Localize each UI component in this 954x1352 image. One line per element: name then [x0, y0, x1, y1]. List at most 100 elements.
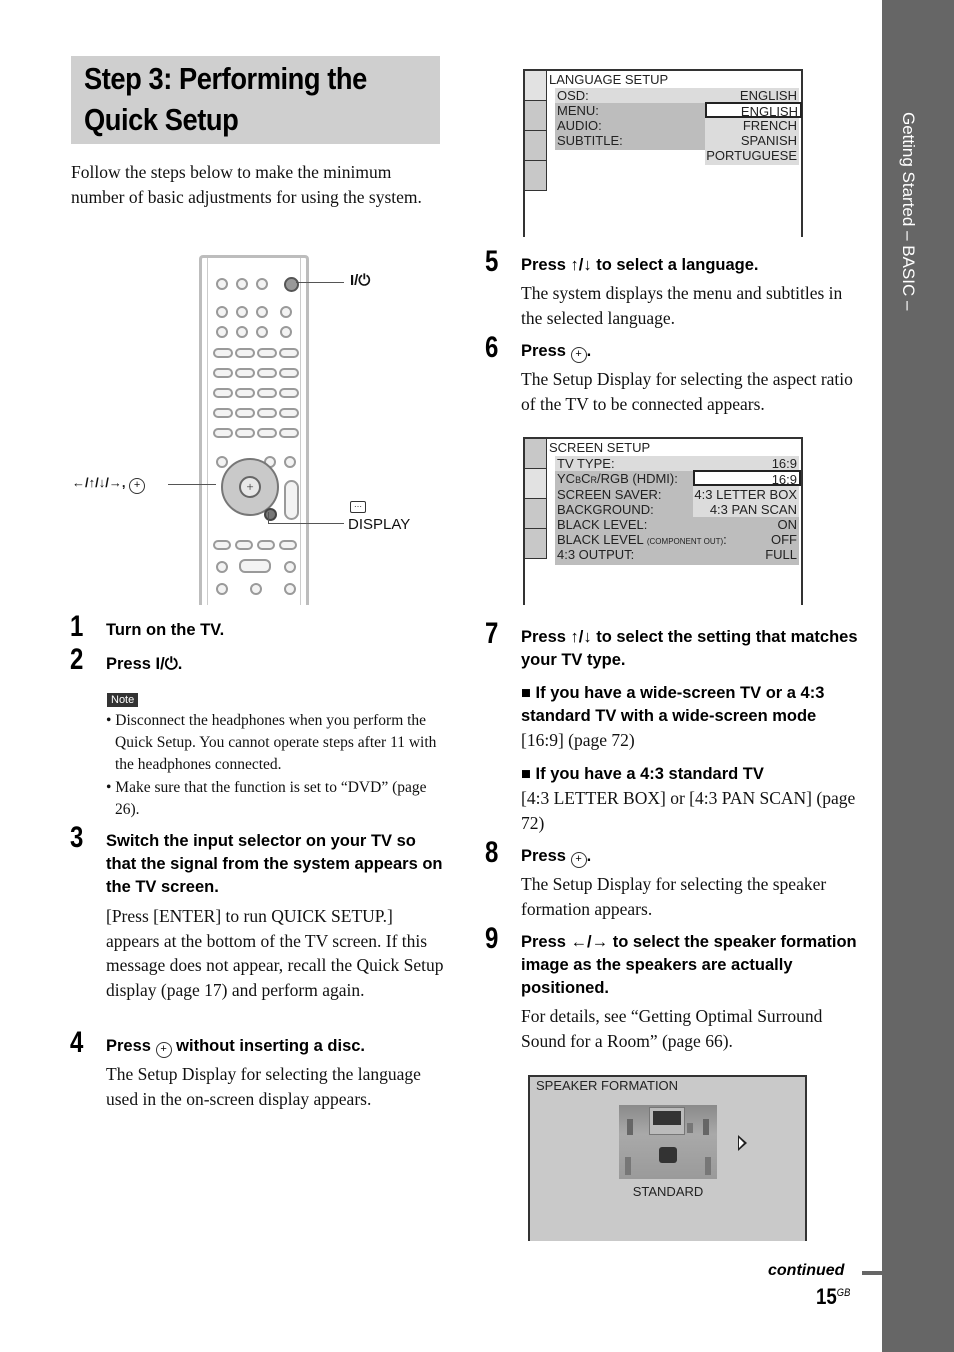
step-heading: Switch the input selector on your TV so … — [106, 832, 443, 896]
step-heading: Press I/⏻. — [106, 655, 183, 673]
speaker-formation-screen: SPEAKER FORMATION STANDARD — [528, 1075, 807, 1241]
step-number: 7 — [485, 617, 499, 650]
osd-row-label: 4:3 OUTPUT: — [557, 547, 635, 562]
osd-option[interactable]: 4:3 PAN SCAN — [693, 502, 797, 517]
leader-line — [168, 484, 216, 485]
step-body: For details, see “Getting Optimal Surrou… — [521, 1006, 823, 1051]
osd-row-value: OFF — [771, 532, 797, 547]
page-number: 15GB — [816, 1284, 851, 1309]
step-body: The Setup Display for selecting the spea… — [521, 874, 827, 919]
osd-option[interactable]: FRENCH — [705, 118, 797, 133]
osd-row-value: FULL — [765, 547, 797, 562]
osd-tab — [525, 499, 547, 529]
speaker-icon — [625, 1157, 631, 1175]
step-body: The Setup Display for selecting the aspe… — [521, 369, 853, 414]
osd-option-selected[interactable]: ENGLISH — [705, 102, 802, 119]
step-number: 9 — [485, 922, 499, 955]
osd-tab — [525, 439, 547, 469]
osd-row-label: BACKGROUND: — [557, 502, 654, 517]
next-arrow-icon[interactable] — [738, 1135, 747, 1151]
osd-tab — [525, 131, 547, 161]
screen-setup-screen: SCREEN SETUP TV TYPE: YCBCR/RGB (HDMI): … — [523, 437, 803, 605]
step-number: 3 — [70, 821, 84, 854]
osd-tab — [525, 529, 547, 559]
listener-seat-icon — [659, 1147, 677, 1163]
osd-row-label: YCBCR/RGB (HDMI): — [557, 471, 678, 486]
osd-tab — [525, 101, 547, 131]
speaker-icon — [703, 1119, 709, 1135]
language-setup-screen: LANGUAGE SETUP OSD: MENU: AUDIO: SUBTITL… — [523, 69, 803, 237]
case-body: [4:3 LETTER BOX] or [4:3 PAN SCAN] (page… — [521, 788, 856, 833]
volume-rocker — [284, 480, 299, 520]
enter-icon: + — [129, 478, 146, 494]
step-body: The Setup Display for selecting the lang… — [106, 1064, 421, 1109]
osd-row-label: AUDIO: — [557, 118, 602, 133]
remote-button — [236, 278, 248, 290]
osd-option-selected[interactable]: 16:9 — [693, 470, 801, 487]
note-list: • Disconnect the headphones when you per… — [106, 710, 444, 822]
step-heading: Press ↑/↓ to select a language. — [521, 256, 759, 274]
osd-row-value: ENGLISH — [739, 88, 797, 103]
step-body: The system displays the menu and subtitl… — [521, 283, 843, 328]
osd-row-value: 16:9 — [771, 456, 797, 471]
osd-tab — [525, 469, 547, 499]
step-heading: Press +. — [521, 340, 591, 363]
note-item: • Disconnect the headphones when you per… — [106, 712, 437, 773]
step-number: 8 — [485, 836, 499, 869]
step-heading: Press ←/→ to select the speaker formatio… — [521, 933, 857, 997]
osd-row-label: SCREEN SAVER: — [557, 487, 662, 502]
osd-row-value: ON — [777, 517, 798, 532]
remote-button — [216, 278, 228, 290]
step-number: 6 — [485, 331, 499, 364]
display-callout: DISPLAY — [348, 516, 411, 533]
osd-option[interactable]: SPANISH — [705, 133, 797, 148]
osd-title: SPEAKER FORMATION — [536, 1078, 679, 1093]
subwoofer-icon — [687, 1123, 693, 1133]
arrows-callout: ←/↑/↓/→, + — [72, 475, 146, 494]
leader-line — [268, 523, 344, 524]
intro-text: Follow the steps below to make the minim… — [71, 162, 422, 207]
remote-button — [256, 278, 268, 290]
osd-row-label: OSD: — [557, 88, 589, 103]
display-button — [264, 508, 277, 521]
display-icon: … — [350, 501, 366, 513]
step-number: 5 — [485, 245, 499, 278]
enter-button: + — [239, 476, 261, 498]
step-number: 1 — [70, 610, 84, 643]
osd-tab — [525, 71, 547, 101]
enter-icon: + — [570, 347, 587, 363]
step-heading: Press +. — [521, 845, 591, 868]
section-tab-label: Getting Started – BASIC – — [899, 112, 918, 311]
speaker-icon — [627, 1119, 633, 1135]
osd-row-label: SUBTITLE: — [557, 133, 623, 148]
osd-row-label: BLACK LEVEL: — [557, 517, 648, 532]
case-heading: ■ If you have a wide-screen TV or a 4:3 … — [521, 684, 825, 725]
leader-line — [296, 282, 344, 283]
step-heading: Turn on the TV. — [106, 621, 225, 639]
osd-tab — [525, 161, 547, 191]
osd-option[interactable]: 4:3 LETTER BOX — [693, 487, 797, 502]
osd-title: LANGUAGE SETUP — [549, 72, 669, 87]
osd-row-label: MENU: — [557, 103, 599, 118]
remote-illustration: + — [199, 255, 309, 605]
continued-label: continued — [768, 1262, 845, 1279]
step-number: 2 — [70, 643, 84, 676]
step-heading: Press + without inserting a disc. — [106, 1035, 446, 1058]
osd-title: SCREEN SETUP — [549, 440, 651, 455]
step-body: [Press [ENTER] to run QUICK SETUP.] appe… — [106, 906, 444, 1000]
osd-option[interactable]: PORTUGUESE — [705, 148, 797, 163]
step-heading: Press ↑/↓ to select the setting that mat… — [521, 628, 858, 669]
tv-icon — [649, 1107, 685, 1135]
osd-row-label: TV TYPE: — [557, 456, 615, 471]
case-body: [16:9] (page 72) — [521, 730, 635, 750]
power-button — [284, 277, 299, 292]
enter-icon: + — [155, 1042, 172, 1058]
speaker-formation-label: STANDARD — [632, 1184, 704, 1199]
step-number: 4 — [70, 1026, 84, 1059]
note-badge: Note — [107, 693, 139, 707]
continued-bar — [862, 1271, 882, 1275]
case-heading: ■ If you have a 4:3 standard TV — [521, 765, 764, 783]
page-title: Step 3: Performing the Quick Setup — [84, 61, 367, 137]
note-item: • Make sure that the function is set to … — [106, 779, 427, 818]
enter-icon: + — [570, 852, 587, 868]
